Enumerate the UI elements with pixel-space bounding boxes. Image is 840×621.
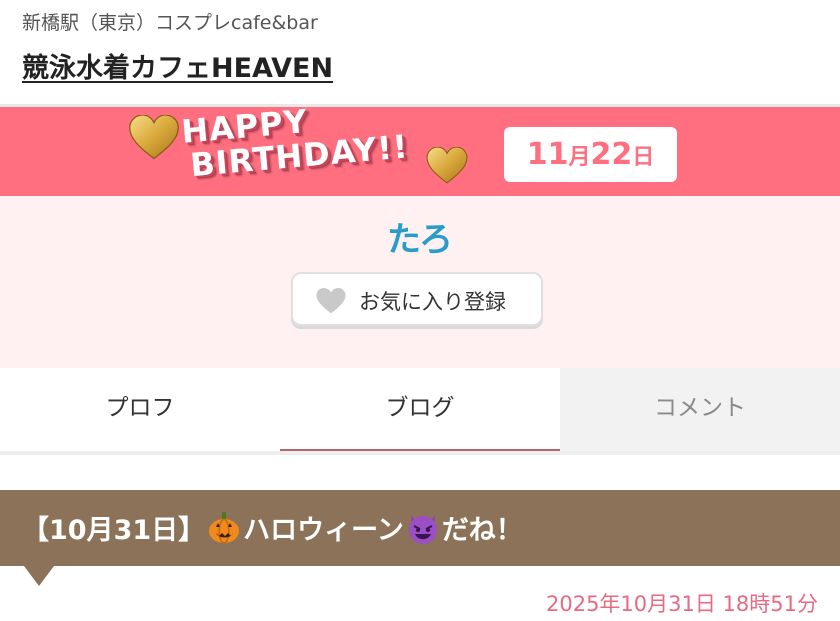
post-header-pointer [24,566,54,586]
day-unit: 日 [632,145,655,170]
tabs-divider [0,451,840,455]
shop-header: 新橋駅（東京）コスプレcafe&bar 競泳水着カフェHEAVEN [0,0,840,104]
add-favorite-button[interactable]: お気に入り登録 [291,272,543,326]
birthday-date-badge: 11月22日 [504,127,677,182]
smiling-devil-icon [406,511,440,545]
shop-location: 新橋駅（東京）コスプレcafe&bar [22,12,318,34]
month-unit: 月 [568,145,591,170]
happy-birthday-title: HAPPY BIRTHDAY!! [180,95,410,184]
tab-blog[interactable]: ブログ [280,368,560,455]
profile-area: たろ お気に入り登録 [0,196,840,368]
post-title-date: 【10月31日】 [22,515,206,546]
post-date: 2025年10月31日 18時51分 [545,592,818,616]
shop-name-link[interactable]: 競泳水着カフェHEAVEN [22,46,333,85]
gold-heart-icon [128,115,180,161]
birthday-month: 11 [526,137,569,172]
tab-profile[interactable]: プロフ [0,368,280,455]
gold-heart-icon [426,147,468,185]
birthday-day: 22 [590,137,633,172]
birthday-banner: HAPPY BIRTHDAY!! 11月22日 [0,102,840,196]
profile-tabs: プロフ ブログ コメント [0,368,840,455]
post-title-suffix: だね！ [441,515,523,546]
heart-icon [315,288,347,314]
blog-post-title[interactable]: 【10月31日】 ハロウィーン だね！ [22,508,523,547]
cast-name: たろ [387,220,453,260]
post-title-halloween: ハロウィーン [243,515,404,546]
favorite-label: お気に入り登録 [359,290,506,314]
pumpkin-icon [207,511,241,545]
blog-post-header[interactable]: 【10月31日】 ハロウィーン だね！ [0,490,840,566]
tab-comments[interactable]: コメント [560,368,840,455]
